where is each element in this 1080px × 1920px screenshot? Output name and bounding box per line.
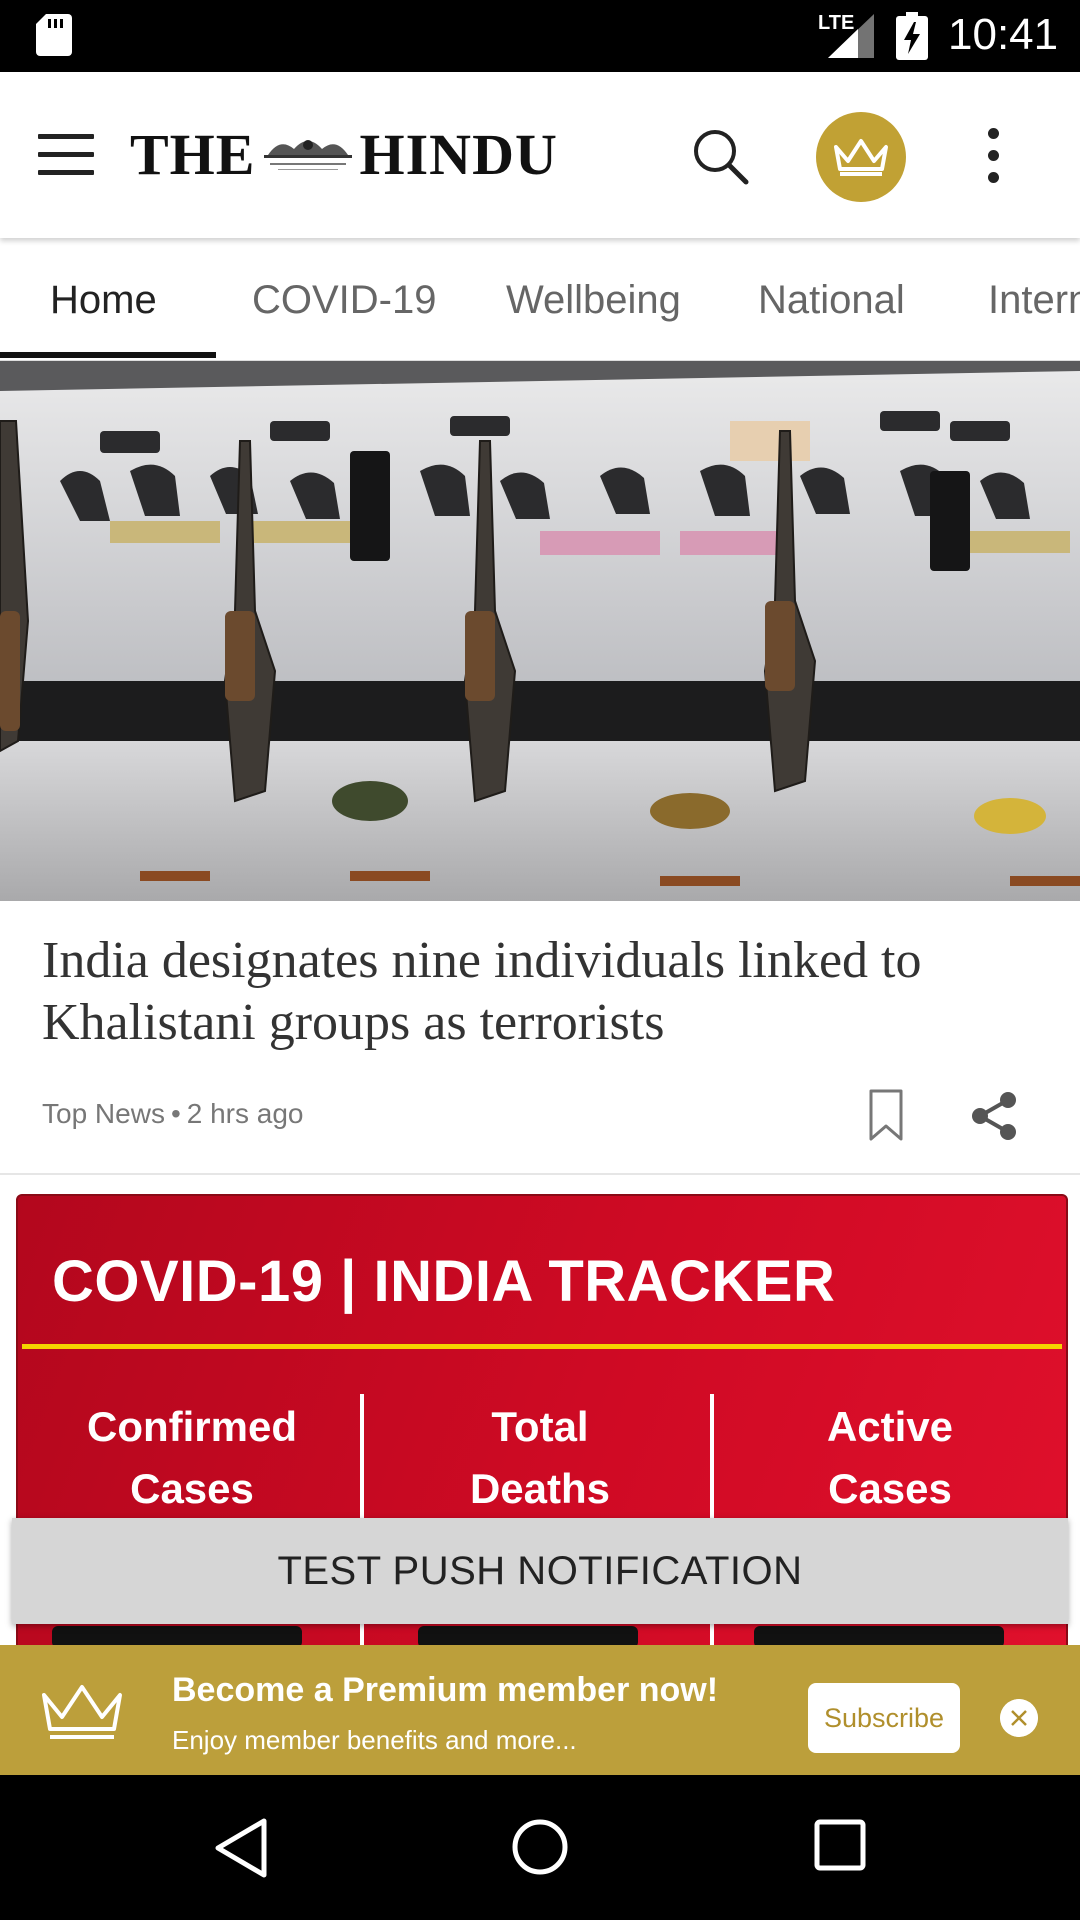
premium-banner-subtitle: Enjoy member benefits and more... [172, 1725, 577, 1755]
logo-word-hindu: HINDU [359, 121, 558, 187]
home-icon[interactable] [510, 1817, 570, 1877]
close-icon[interactable] [1000, 1699, 1038, 1737]
tab-international[interactable]: Intern [988, 278, 1080, 323]
meta-separator: • [170, 1098, 181, 1129]
premium-banner[interactable]: Become a Premium member now! Enjoy membe… [0, 1645, 1080, 1775]
battery-charging-icon [896, 12, 928, 60]
tracker-active-cases: Active Cases [720, 1396, 1060, 1520]
more-vert-icon[interactable] [972, 128, 1014, 184]
menu-icon[interactable] [38, 134, 94, 176]
crown-icon [42, 1685, 122, 1739]
premium-banner-title: Become a Premium member now! [172, 1671, 719, 1709]
article-meta: Top News • 2 hrs ago [42, 1098, 304, 1130]
crown-icon [834, 139, 888, 176]
share-icon[interactable] [968, 1090, 1020, 1142]
back-icon[interactable] [212, 1817, 272, 1879]
bookmark-icon[interactable] [868, 1088, 904, 1142]
search-icon[interactable] [690, 126, 750, 186]
tracker-title: COVID-19 | INDIA TRACKER [52, 1249, 836, 1314]
tracker-divider [22, 1344, 1062, 1349]
tracker-col-line1: Active [826, 1403, 954, 1450]
tracker-col-line2: Deaths [469, 1465, 611, 1512]
recents-icon[interactable] [814, 1819, 866, 1871]
tracker-col-line1: Confirmed [87, 1403, 297, 1450]
seized-weapons-photo [0, 361, 1080, 901]
the-hindu-logo[interactable]: THE HINDU [130, 121, 558, 187]
logo-word-the: THE [130, 121, 256, 187]
signal-icon [828, 14, 874, 58]
tab-national[interactable]: National [758, 278, 905, 323]
status-bar: LTE 10:41 [0, 0, 1080, 72]
clock: 10:41 [948, 10, 1059, 59]
article-section[interactable]: Top News [42, 1098, 165, 1129]
tab-home[interactable]: Home [50, 278, 157, 323]
tracker-col-line2: Cases [828, 1465, 952, 1512]
system-nav-bar [0, 1775, 1080, 1920]
article-time: 2 hrs ago [186, 1098, 304, 1129]
tab-wellbeing[interactable]: Wellbeing [506, 278, 681, 323]
premium-button[interactable] [816, 112, 906, 202]
sd-card-icon [36, 14, 72, 56]
section-tabs: Home COVID-19 Wellbeing National Intern [0, 238, 1080, 361]
tab-covid-19[interactable]: COVID-19 [252, 278, 437, 323]
active-tab-indicator [0, 352, 216, 358]
subscribe-button[interactable]: Subscribe [808, 1683, 960, 1753]
article-headline[interactable]: India designates nine individuals linked… [42, 930, 1042, 1054]
tracker-col-line2: Cases [130, 1465, 254, 1512]
divider [0, 1173, 1080, 1175]
emblem-icon [263, 140, 352, 170]
test-push-notification-button[interactable]: TEST PUSH NOTIFICATION [12, 1518, 1068, 1624]
article-hero-image[interactable] [0, 361, 1080, 901]
app-bar: THE HINDU [0, 72, 1080, 238]
tracker-col-line1: Total [491, 1403, 589, 1450]
tracker-confirmed-cases: Confirmed Cases [22, 1396, 362, 1520]
tracker-total-deaths: Total Deaths [370, 1396, 710, 1520]
